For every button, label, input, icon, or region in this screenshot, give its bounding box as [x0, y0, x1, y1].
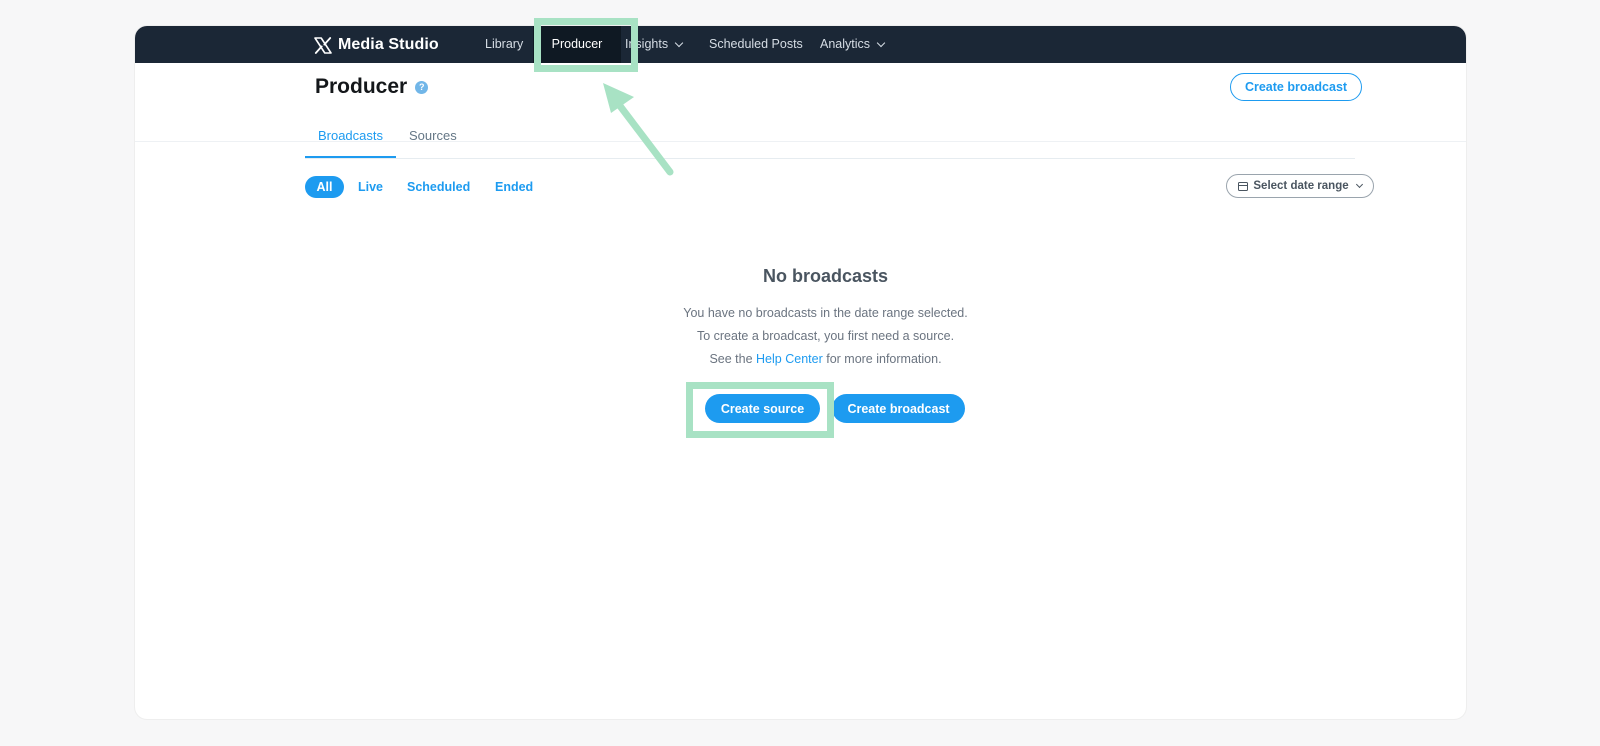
media-studio-window: Media Studio Library Producer Insights S…	[135, 26, 1466, 719]
filter-scheduled[interactable]: Scheduled	[407, 176, 470, 198]
calendar-icon	[1238, 181, 1249, 191]
nav-item-scheduled-posts[interactable]: Scheduled Posts	[709, 26, 803, 63]
nav-item-analytics[interactable]: Analytics	[820, 26, 886, 63]
help-text-prefix: See the	[709, 352, 753, 366]
tab-broadcasts[interactable]: Broadcasts	[305, 114, 396, 158]
select-date-range-label: Select date range	[1253, 180, 1349, 192]
chevron-down-icon	[876, 38, 886, 48]
brand[interactable]: Media Studio	[314, 34, 439, 56]
filter-live[interactable]: Live	[358, 176, 383, 198]
nav-item-producer-label: Producer	[551, 37, 603, 51]
chevron-down-icon	[1355, 180, 1363, 189]
nav-item-insights-label: Insights	[625, 37, 669, 51]
tab-bar: Broadcasts Sources	[305, 114, 1355, 159]
nav-item-library-label: Library	[485, 37, 524, 51]
create-source-button[interactable]: Create source	[705, 394, 820, 423]
x-logo-icon	[314, 36, 332, 54]
empty-state-line-1: You have no broadcasts in the date range…	[683, 306, 968, 320]
help-icon[interactable]: ?	[415, 80, 429, 94]
top-navigation-bar: Media Studio Library Producer Insights S…	[135, 26, 1466, 63]
create-broadcast-button[interactable]: Create broadcast	[832, 394, 965, 423]
nav-item-analytics-label: Analytics	[820, 37, 871, 51]
help-center-link[interactable]: Help Center	[756, 352, 823, 366]
empty-state-line-3: See the Help Center for more information…	[160, 352, 1466, 366]
nav-item-library[interactable]: Library	[485, 26, 523, 63]
app-name: Media Studio	[338, 36, 439, 53]
empty-state-line-2: To create a broadcast, you first need a …	[696, 329, 955, 343]
filter-ended[interactable]: Ended	[495, 176, 533, 198]
nav-item-producer[interactable]: Producer	[533, 26, 621, 63]
nav-item-insights[interactable]: Insights	[625, 26, 684, 63]
nav-item-scheduled-posts-label: Scheduled Posts	[709, 37, 803, 51]
page-title: Producer ?	[315, 75, 429, 99]
tab-sources[interactable]: Sources	[409, 114, 457, 156]
select-date-range-button[interactable]: Select date range	[1226, 174, 1374, 198]
help-text-suffix: for more information.	[826, 352, 942, 366]
empty-state-title: No broadcasts	[762, 266, 889, 286]
filter-all[interactable]: All	[305, 176, 344, 198]
create-broadcast-header-button[interactable]: Create broadcast	[1230, 73, 1362, 101]
chevron-down-icon	[674, 38, 684, 48]
page-title-text: Producer	[315, 75, 408, 98]
